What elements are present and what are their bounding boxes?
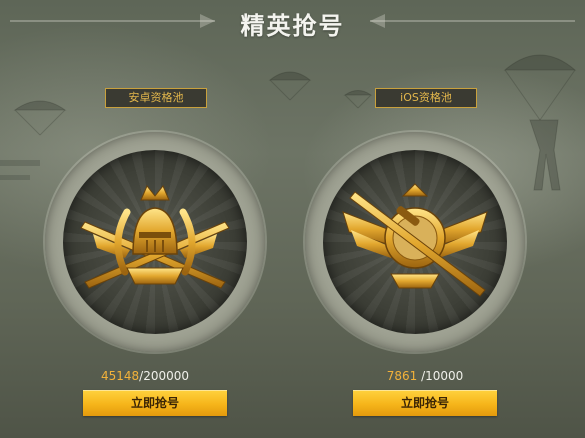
page-header: 精英抢号 [0,0,585,44]
android-grab-button[interactable]: 立即抢号 [83,390,227,416]
right-title-rifle-deco-icon [370,14,575,28]
ios-total-count: /10000 [417,369,464,383]
android-current-count: 45148 [100,369,140,383]
ios-badge-disc [323,150,507,334]
android-pool-card: 安卓资格池 45148/200000 立即抢号 [15,88,295,428]
android-badge-ring [45,132,265,352]
ios-pool-card: iOS资格池 7861 /10000 立即抢号 [290,88,570,428]
ios-grab-button[interactable]: 立即抢号 [353,390,497,416]
helmet-crossed-rifles-badge-icon [80,185,230,289]
ios-badge-ring [305,132,525,352]
android-pool-label: 安卓资格池 [105,88,207,108]
android-badge-disc [63,150,247,334]
ios-pool-label: iOS资格池 [375,88,477,108]
ios-pool-count: 7861 /10000 [285,369,565,383]
android-pool-count: 45148/200000 [5,369,285,383]
sniper-rifle-pan-badge-icon [342,183,488,297]
ios-current-count: 7861 [386,369,418,383]
android-total-count: /200000 [139,369,190,383]
